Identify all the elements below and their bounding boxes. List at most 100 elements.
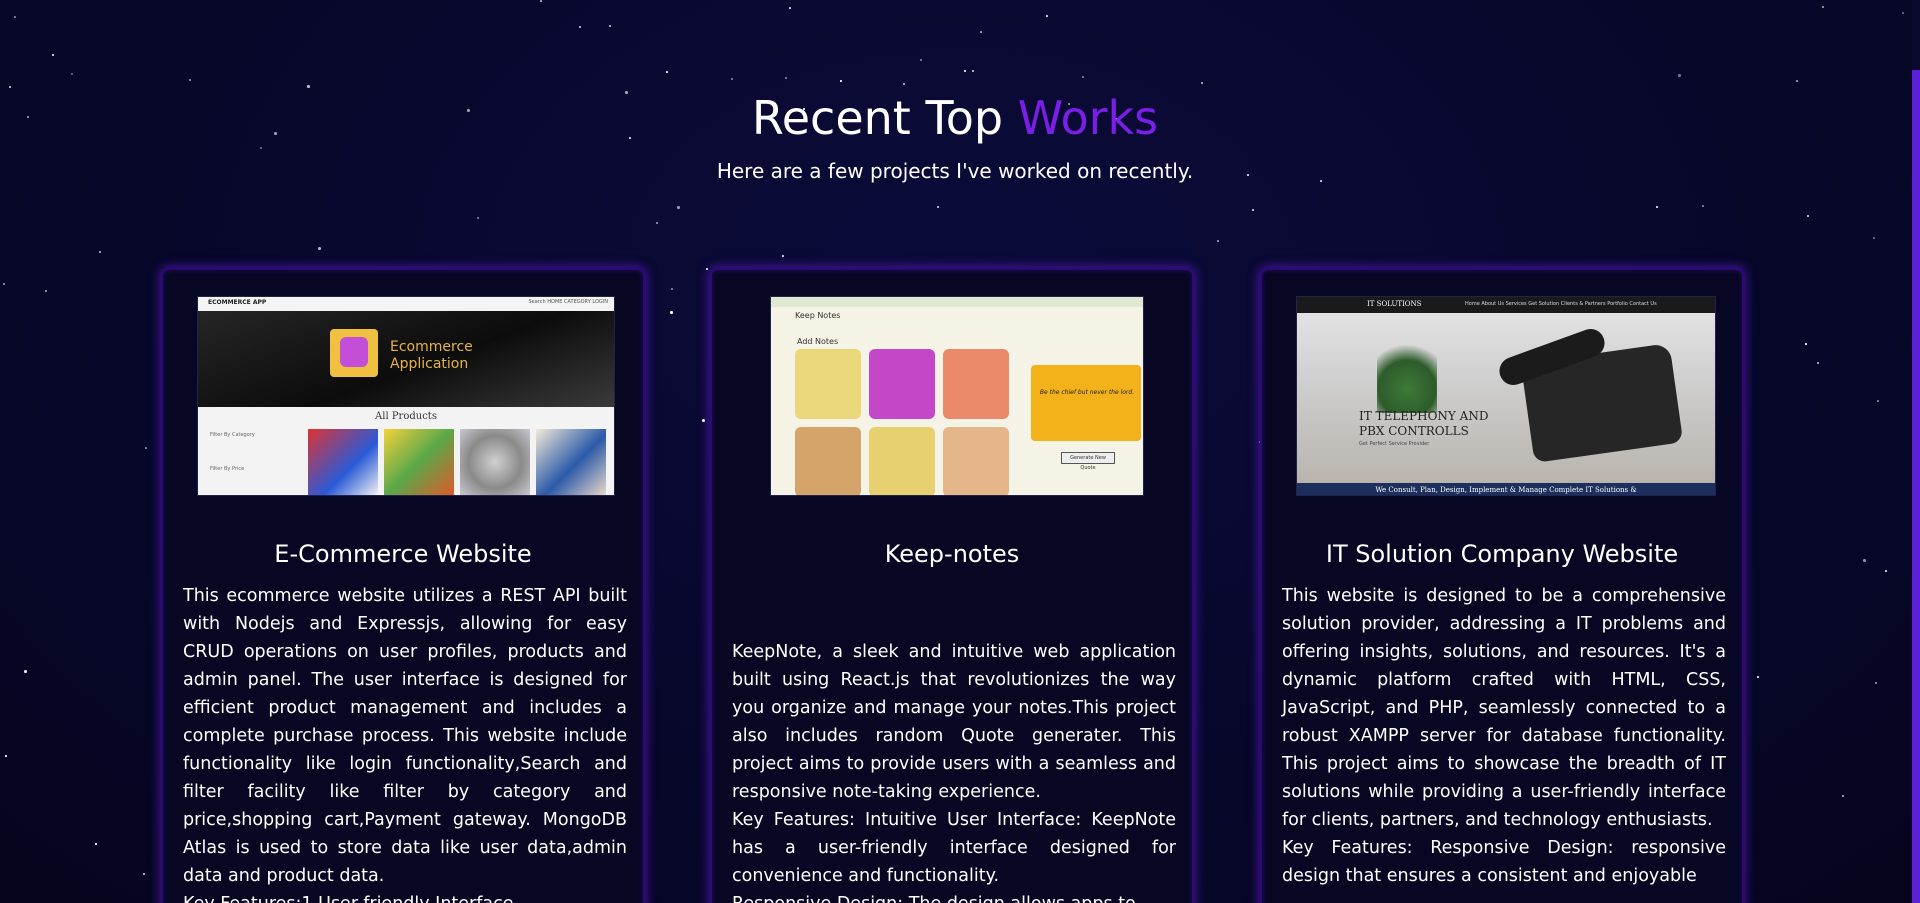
star-dot xyxy=(579,26,581,28)
star-dot xyxy=(1842,795,1844,797)
note-card xyxy=(795,427,861,495)
note-card xyxy=(869,427,935,495)
product-image xyxy=(308,429,378,495)
project-description: This ecommerce website utilizes a REST A… xyxy=(183,582,627,903)
star-dot xyxy=(1217,240,1219,242)
description-paragraph: Responsive Design: The design allows app… xyxy=(732,890,1176,903)
thumbnail-navbar: ECOMMERCE APP Search HOME CATEGORY LOGIN xyxy=(198,297,614,311)
project-thumbnail-keep-notes[interactable]: Keep Notes Add Notes Be the chief but ne… xyxy=(770,296,1144,496)
star-dot xyxy=(670,311,673,314)
thumbnail-navbar: IT SOLUTIONS Home About Us Services Get … xyxy=(1297,297,1715,313)
thumbnail-hero-text: Ecommerce Application xyxy=(390,339,473,373)
project-thumbnail-ecommerce[interactable]: ECOMMERCE APP Search HOME CATEGORY LOGIN… xyxy=(197,296,615,496)
star-dot xyxy=(1656,206,1658,208)
description-paragraph: This ecommerce website utilizes a REST A… xyxy=(183,586,627,886)
star-dot xyxy=(1678,74,1681,77)
star-dot xyxy=(840,80,842,82)
star-dot xyxy=(1201,82,1203,84)
description-paragraph: Key Features:1.User-friendly Interface xyxy=(183,890,627,903)
description-paragraph: KeepNote, a sleek and intuitive web appl… xyxy=(732,642,1176,802)
project-title: E-Commerce Website xyxy=(274,540,532,568)
star-dot xyxy=(71,73,73,75)
thumbnail-notes-board: Keep Notes Add Notes Be the chief but ne… xyxy=(771,307,1143,495)
hero-line-2: PBX CONTROLLS xyxy=(1359,424,1469,438)
project-card-it-solutions: IT SOLUTIONS Home About Us Services Get … xyxy=(1260,268,1744,903)
star-dot xyxy=(731,78,733,80)
star-dot xyxy=(1875,682,1877,684)
thumbnail-hero-sub: Get Perfect Service Provider xyxy=(1359,441,1430,447)
star-dot xyxy=(5,755,7,757)
filter-category-label: Filter By Category xyxy=(210,432,255,438)
thumbnail-products: All Products Filter By Category Filter B… xyxy=(198,407,614,495)
thumbnail-nav: Search HOME CATEGORY LOGIN xyxy=(528,299,608,305)
thumbnail-hero: Ecommerce Application xyxy=(198,311,614,407)
generate-quote-button: Generate New Quote xyxy=(1061,452,1115,471)
note-card xyxy=(795,349,861,419)
star-dot xyxy=(980,31,982,33)
description-paragraph: Key Features: Responsive Design: respons… xyxy=(1282,838,1726,886)
star-dot xyxy=(1873,237,1875,239)
star-dot xyxy=(1702,205,1704,207)
star-dot xyxy=(143,873,145,875)
star-dot xyxy=(789,7,791,9)
thumbnail-brand: ECOMMERCE APP xyxy=(208,299,267,306)
star-dot xyxy=(702,419,705,422)
hero-line-2: Application xyxy=(390,356,469,372)
shopping-bag-icon xyxy=(330,329,378,377)
star-dot xyxy=(1252,209,1254,211)
thumbnail-filters: Filter By Category Filter By Price xyxy=(210,431,255,473)
star-dot xyxy=(666,71,668,73)
star-dot xyxy=(95,843,97,845)
star-dot xyxy=(964,70,966,72)
thumbnail-add-label: Add Notes xyxy=(797,337,839,346)
star-dot xyxy=(99,251,101,253)
thumbnail-app-title: Keep Notes xyxy=(795,311,841,320)
star-dot xyxy=(189,79,191,81)
product-image xyxy=(460,429,530,495)
star-dot xyxy=(671,288,673,290)
star-dot xyxy=(1885,570,1887,572)
star-dot xyxy=(52,54,54,56)
thumbnail-nav: Home About Us Services Get Solution Clie… xyxy=(1465,301,1657,307)
note-card xyxy=(943,427,1009,495)
star-dot xyxy=(1863,559,1866,562)
thumbnail-brand: IT SOLUTIONS xyxy=(1367,300,1422,308)
star-dot xyxy=(706,268,708,270)
thumbnail-footer-banner: We Consult, Plan, Design, Implement & Ma… xyxy=(1297,483,1715,495)
quote-card: Be the chief but never the lord. xyxy=(1031,365,1141,441)
note-card xyxy=(869,349,935,419)
star-dot xyxy=(785,77,787,79)
thumbnail-hero-text: IT TELEPHONY AND PBX CONTROLLS xyxy=(1359,409,1488,439)
star-dot xyxy=(3,283,5,285)
star-dot xyxy=(540,0,542,2)
project-card-keep-notes: Keep Notes Add Notes Be the chief but ne… xyxy=(710,268,1194,903)
section-subtitle: Here are a few projects I've worked on r… xyxy=(716,159,1194,183)
project-thumbnail-it-solutions[interactable]: IT SOLUTIONS Home About Us Services Get … xyxy=(1296,296,1716,496)
star-dot xyxy=(920,59,922,61)
section-heading: Recent Top Works xyxy=(0,88,1910,148)
star-dot xyxy=(318,247,321,250)
project-title: Keep-notes xyxy=(884,540,1020,568)
scrollbar-thumb[interactable] xyxy=(1912,70,1920,903)
star-dot xyxy=(45,290,47,292)
project-title: IT Solution Company Website xyxy=(1325,540,1679,568)
hero-line-1: Ecommerce xyxy=(390,339,473,355)
thumbnail-products-title: All Products xyxy=(375,411,437,422)
section-heading-accent: Works xyxy=(1017,91,1159,145)
thumbnail-browser-bar xyxy=(771,297,1143,307)
quote-text: Be the chief but never the lord. xyxy=(1039,389,1135,396)
star-dot xyxy=(1822,6,1824,8)
star-dot xyxy=(972,70,974,72)
star-dot xyxy=(677,206,680,209)
project-description: KeepNote, a sleek and intuitive web appl… xyxy=(732,638,1176,903)
star-dot xyxy=(1757,676,1759,678)
star-dot xyxy=(1805,343,1807,345)
star-dot xyxy=(1082,76,1084,78)
star-dot xyxy=(1817,362,1819,364)
note-card xyxy=(943,349,1009,419)
product-image xyxy=(384,429,454,495)
page: Recent Top Works Here are a few projects… xyxy=(0,0,1920,903)
plant-image xyxy=(1377,333,1437,413)
star-dot xyxy=(609,25,611,27)
description-paragraph: This website is designed to be a compreh… xyxy=(1282,586,1726,830)
